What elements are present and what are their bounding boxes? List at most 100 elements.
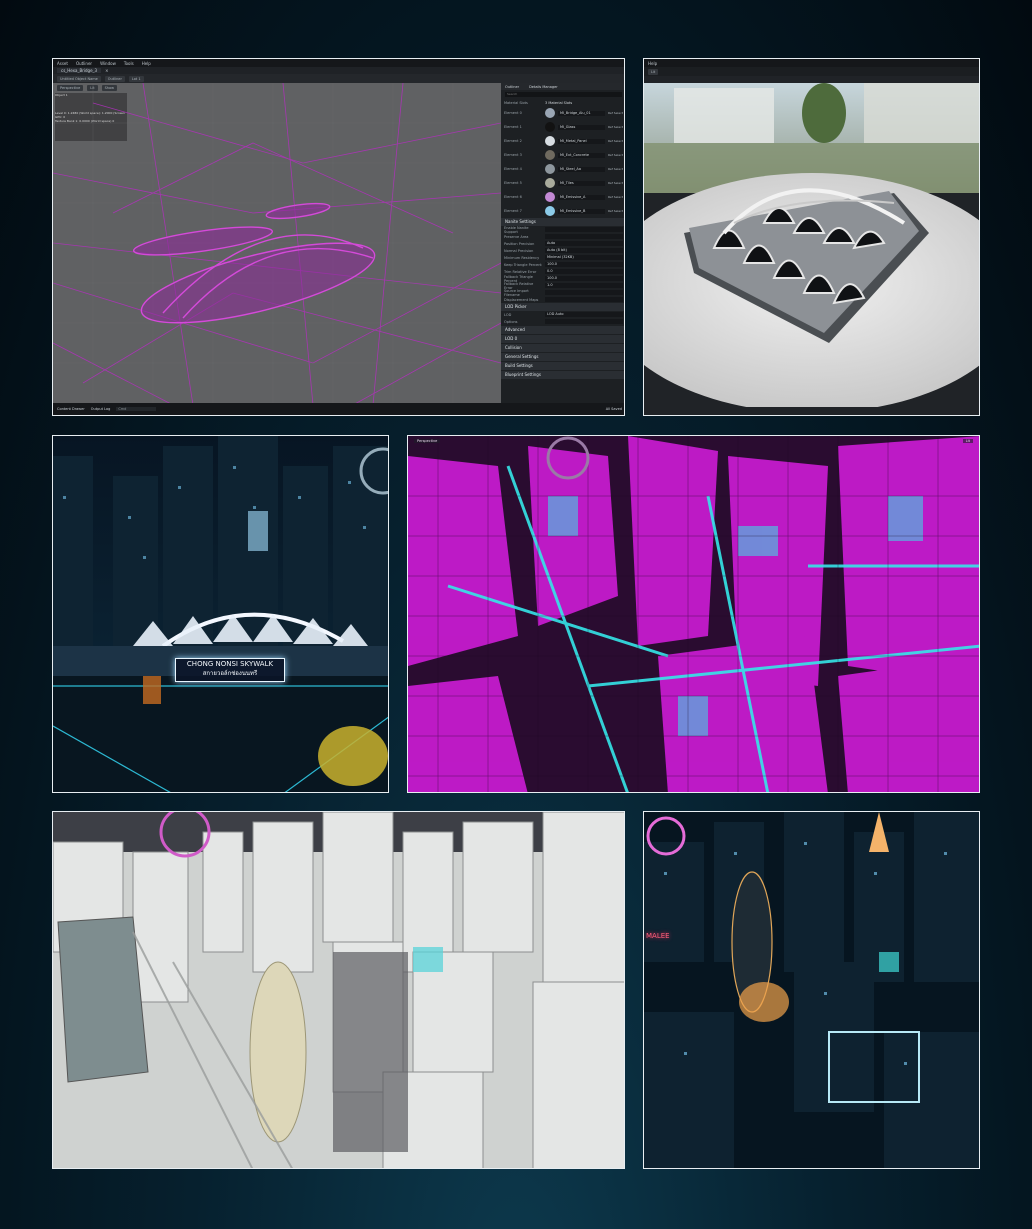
material-row: Element 7 MI_Emissive_B Ref Select — [501, 204, 624, 218]
setting-value[interactable]: Auto — [545, 241, 623, 246]
setting-value[interactable] — [545, 290, 623, 295]
material-row: Element 3 MI_Ext_Concrete Ref Select — [501, 148, 624, 162]
setting-row: Keep Triangle Percent 100.0 — [501, 261, 624, 268]
page: { "colors":{"accent":"#c02bc6","cyan":"#… — [0, 0, 1032, 1229]
material-thumbnail[interactable] — [545, 122, 555, 132]
setting-value[interactable] — [545, 234, 623, 239]
setting-row: Normal Precision Auto (8 bit) — [501, 247, 624, 254]
dark-tower — [333, 952, 408, 1152]
setting-value[interactable]: 1.0 — [545, 283, 623, 288]
ref-select-dropdown[interactable]: Ref Select — [608, 153, 623, 157]
collapsed-section[interactable]: LOD 0 — [501, 335, 624, 343]
material-thumbnail[interactable] — [545, 108, 555, 118]
menu-item[interactable]: Tools — [124, 61, 134, 66]
setting-value[interactable]: Auto (8 bit) — [545, 248, 623, 253]
ref-select-dropdown[interactable]: Ref Select — [608, 139, 623, 143]
output-log-button[interactable]: Output Log — [91, 407, 111, 411]
cmd-input[interactable]: Cmd — [116, 407, 157, 411]
night-city-panel: MALEE — [643, 811, 980, 1169]
material-thumbnail[interactable] — [545, 192, 555, 202]
content-drawer-button[interactable]: Content Drawer — [57, 407, 85, 411]
collapsed-section[interactable]: General Settings — [501, 353, 624, 361]
setting-row: Position Precision Auto — [501, 240, 624, 247]
save-status: All Saved — [605, 407, 622, 411]
setting-row: Minimum Residency Minimal (32KB) — [501, 254, 624, 261]
section-title[interactable]: LOD Picker — [501, 303, 624, 311]
viewport[interactable]: Perspective Lit Show Object 1 Level 0: 1… — [53, 83, 501, 405]
material-thumbnail[interactable] — [545, 206, 555, 216]
collapsed-section[interactable]: Collision — [501, 344, 624, 352]
setting-value[interactable]: 100.0 — [545, 276, 623, 281]
setting-label: Options — [504, 319, 518, 324]
setting-label: Minimum Residency — [504, 255, 540, 260]
menu-item[interactable]: Help — [142, 61, 151, 66]
material-slot-field[interactable]: MI_Emissive_B — [558, 208, 605, 214]
toolbar-item[interactable]: Untitled Object Name — [57, 75, 101, 82]
setting-value[interactable]: Minimal (32KB) — [545, 255, 623, 260]
material-thumbnail[interactable] — [545, 150, 555, 160]
ref-select-dropdown[interactable]: Ref Select — [608, 181, 623, 185]
menu-item[interactable]: Outliner — [76, 61, 92, 66]
ref-select-dropdown[interactable]: Ref Select — [608, 195, 623, 199]
tab-outliner[interactable]: Outliner — [505, 85, 519, 89]
neon-sign: MALEE — [646, 932, 670, 940]
setting-value[interactable]: 0.0 — [545, 269, 623, 274]
editor-bottom-bar: Content Drawer Output Log Cmd All Saved — [53, 403, 624, 415]
toolbar-item[interactable]: Lot 1 — [128, 75, 144, 82]
material-slot-field[interactable]: MI_Steel_Aa — [558, 166, 605, 172]
material-thumbnail[interactable] — [545, 178, 555, 188]
material-slot-field[interactable]: MI_Emissive_A — [558, 194, 605, 200]
material-row: Element 5 MI_Tiles Ref Select — [501, 176, 624, 190]
material-thumbnail[interactable] — [545, 136, 555, 146]
ref-select-dropdown[interactable]: Ref Select — [608, 209, 623, 213]
lod-list: LOD LOD Auto Options — [501, 311, 624, 325]
setting-row: Options — [501, 318, 624, 325]
element-label: Element 0 — [504, 111, 522, 115]
setting-value[interactable] — [545, 319, 623, 324]
menu-item[interactable]: Window — [100, 61, 116, 66]
setting-row: LOD LOD Auto — [501, 311, 624, 318]
viewport-mode-button[interactable]: Perspective — [414, 439, 441, 443]
toolbar-item[interactable]: Outliner — [104, 75, 125, 82]
lit-button[interactable]: Lit — [648, 68, 659, 75]
editor-menubar: Asset Outliner Window Tools Help — [53, 59, 624, 67]
bridge-render[interactable] — [644, 83, 980, 407]
setting-value[interactable]: 100.0 — [545, 262, 623, 267]
tab-details-manager[interactable]: Details Manager — [529, 85, 558, 89]
menu-item[interactable]: Help — [648, 61, 657, 66]
clay-city-panel — [52, 811, 625, 1169]
viewport-lit-button[interactable]: Lit — [962, 439, 973, 443]
sign-thai: สกายวอล์กช่องนนทรี — [202, 670, 258, 677]
collapsed-section[interactable]: Build Settings — [501, 362, 624, 370]
ref-select-dropdown[interactable]: Ref Select — [608, 167, 623, 171]
tab-close-button[interactable]: × — [101, 68, 112, 73]
material-thumbnail[interactable] — [545, 164, 555, 174]
collapsed-section[interactable]: Blueprint Settings — [501, 371, 624, 379]
city-wireframe-scene[interactable] — [408, 436, 980, 793]
material-slot-field[interactable]: MI_Tiles — [558, 180, 605, 186]
menu-item[interactable]: Asset — [57, 61, 68, 66]
setting-label: Preserve Area — [504, 234, 529, 239]
details-search-input[interactable]: Search — [505, 92, 622, 97]
setting-value[interactable] — [545, 297, 623, 302]
clay-city-scene — [53, 812, 624, 1168]
ref-select-dropdown[interactable]: Ref Select — [608, 111, 623, 115]
material-slot-field[interactable]: MI_Ext_Concrete — [558, 152, 605, 158]
bridge-preview-panel: Help Lit — [643, 58, 980, 416]
night-city-scene — [644, 812, 979, 1168]
ref-select-dropdown[interactable]: Ref Select — [608, 125, 623, 129]
setting-label: Normal Precision — [504, 248, 534, 253]
setting-row: Displacement Maps — [501, 296, 624, 303]
collapsed-section[interactable]: Advanced — [501, 326, 624, 334]
material-slot-field[interactable]: MI_Metal_Panel — [558, 138, 605, 144]
skywalk-night-panel: CHONG NONSI SKYWALK สกายวอล์กช่องนนทรี — [52, 435, 389, 793]
level-tab[interactable]: cs_Hexa_Bridge_3 — [57, 68, 102, 73]
setting-label: Source Import Filename — [504, 288, 529, 297]
editor-wireframe-panel: Asset Outliner Window Tools Help cs_Hexa… — [52, 58, 625, 416]
setting-value[interactable]: LOD Auto — [545, 312, 623, 317]
material-slot-field[interactable]: MI_Glass — [558, 124, 605, 130]
material-slot-field[interactable]: MI_Bridge_Alu_01 — [558, 110, 605, 116]
setting-label: Trim Relative Error — [504, 269, 537, 274]
setting-value[interactable] — [545, 227, 623, 232]
skywalk-scene — [53, 436, 388, 792]
